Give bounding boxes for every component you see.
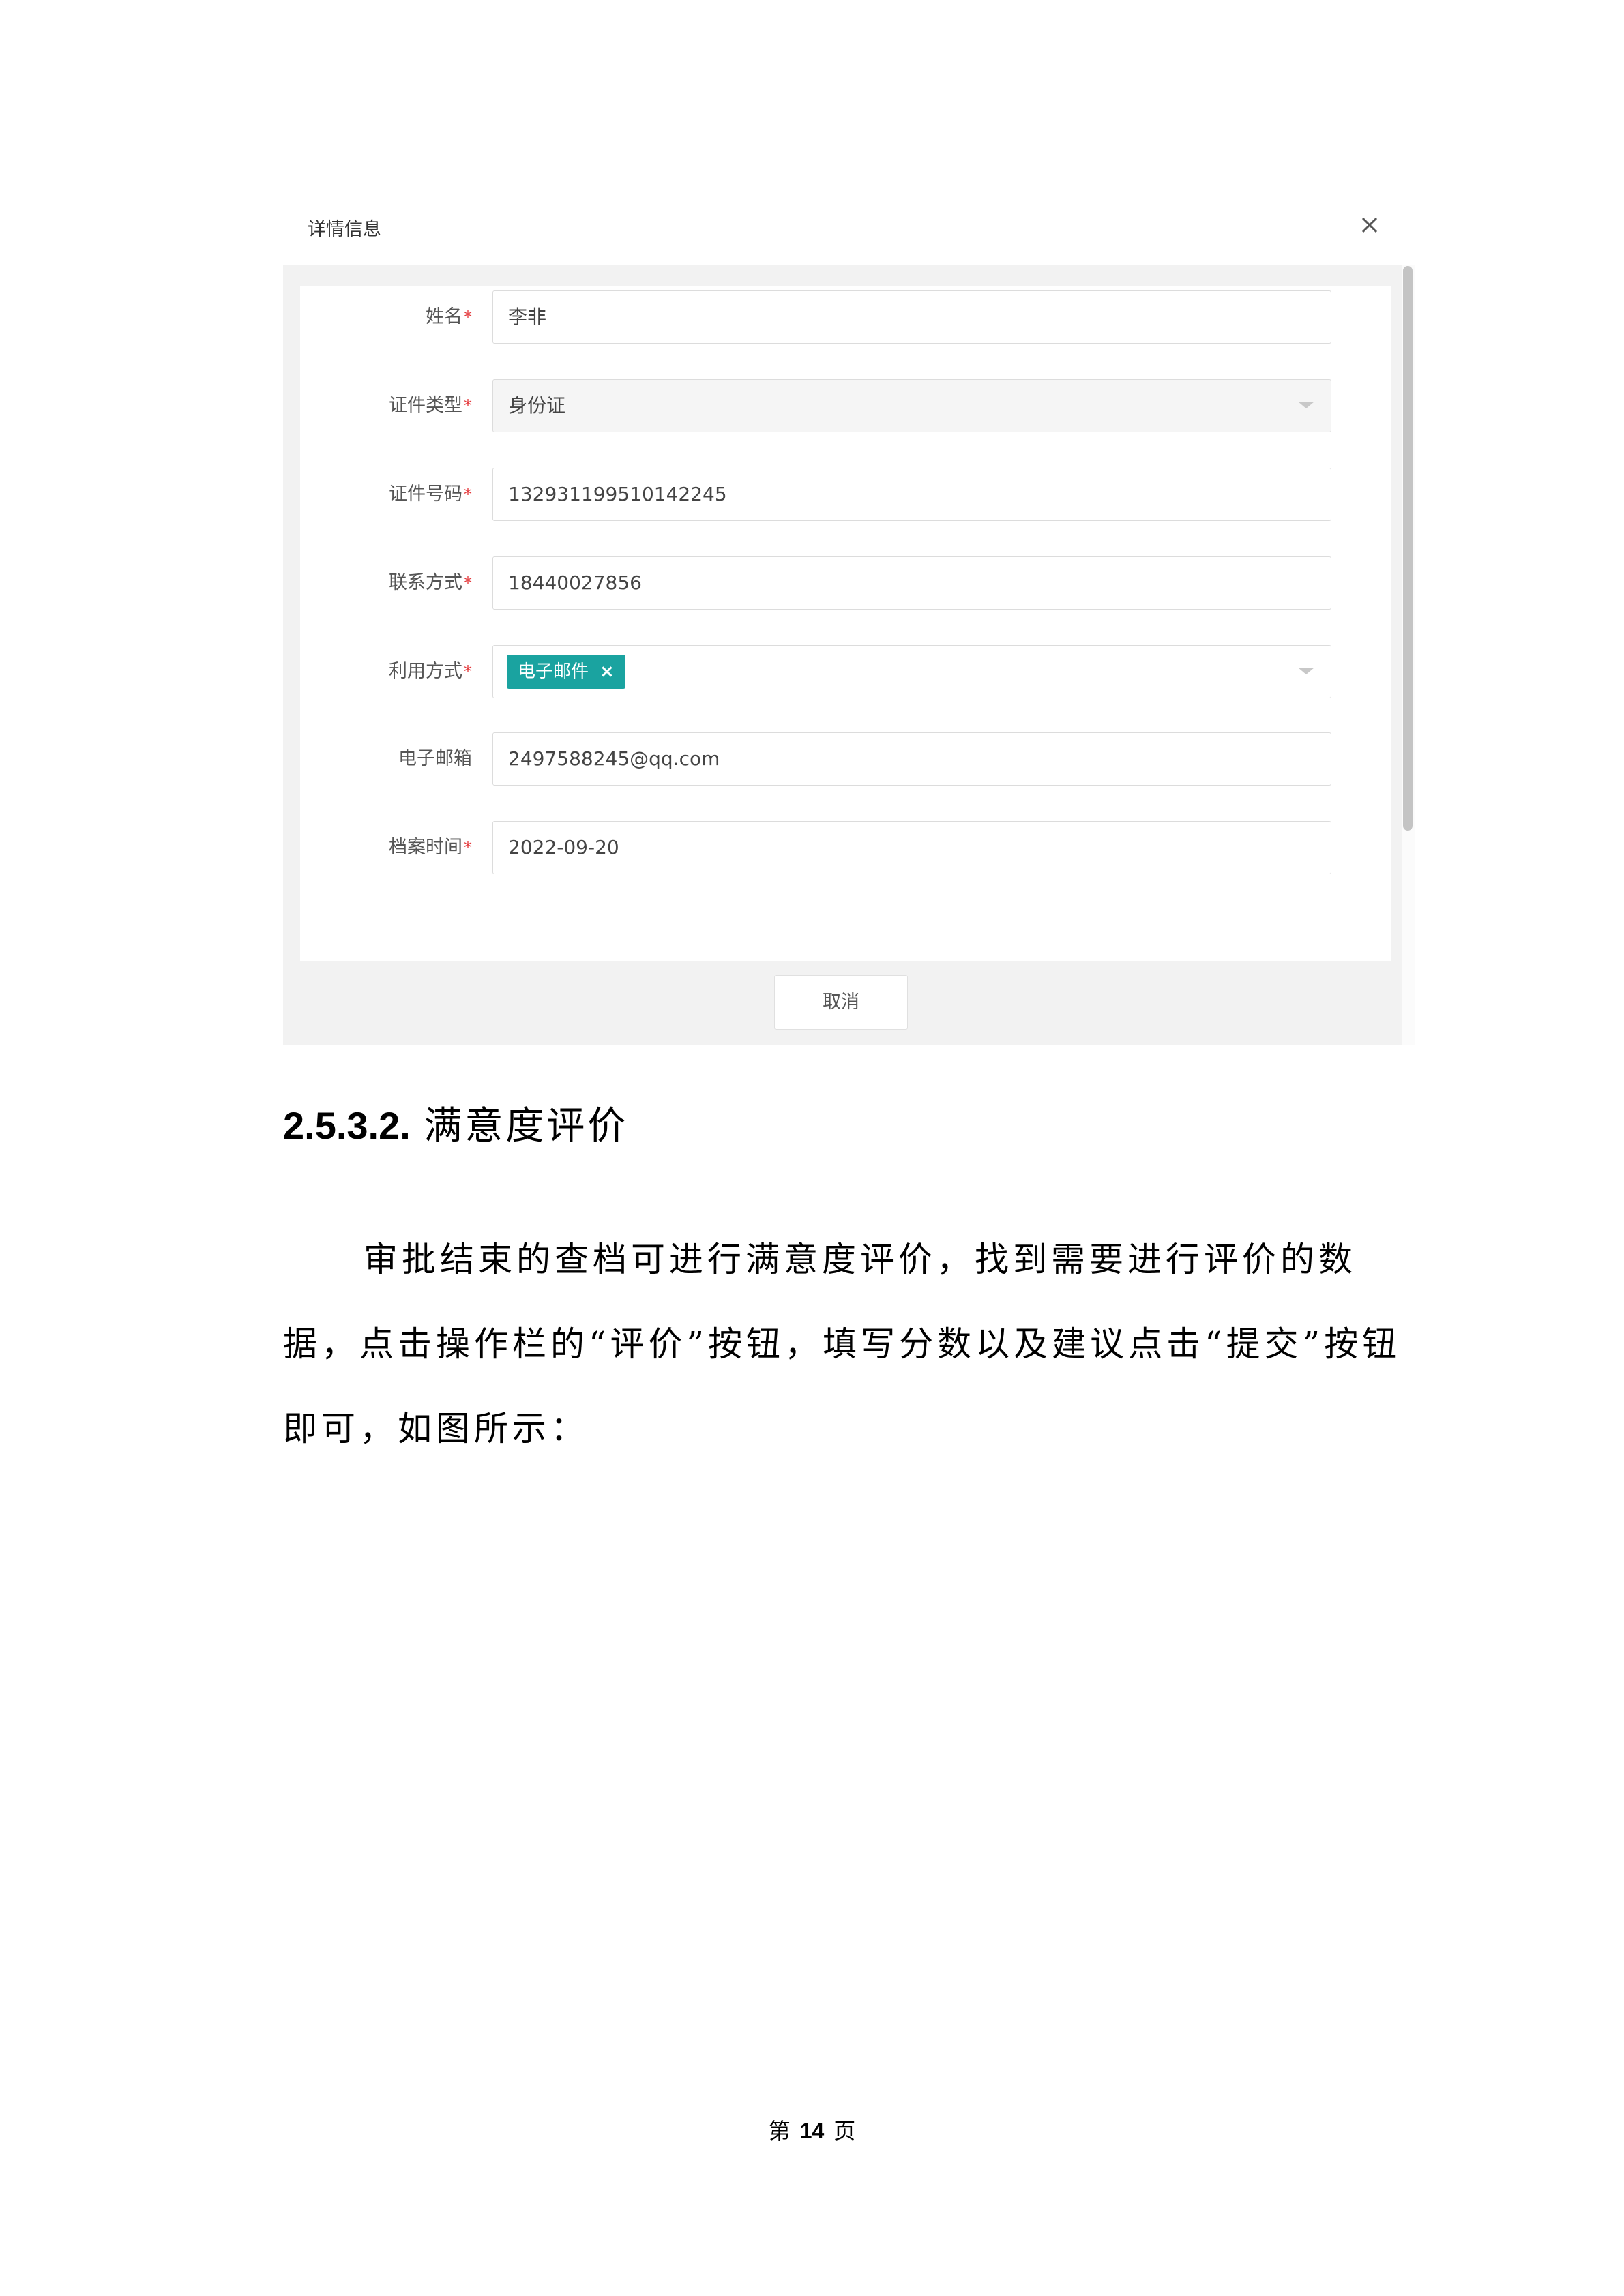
archive-date-input[interactable]: 2022-09-20 (492, 821, 1331, 874)
name-input[interactable]: 李非 (492, 290, 1331, 344)
id-number-input[interactable]: 132931199510142245 (492, 468, 1331, 521)
form-row-id-number: 证件号码* 132931199510142245 (300, 468, 1391, 521)
section-number: 2.5.3.2. (283, 1104, 411, 1147)
page-footer: 第 14 页 (0, 2114, 1624, 2145)
detail-form: 姓名* 李非 证件类型* 身份证 证件号码* 13293119951014224… (300, 286, 1391, 961)
form-row-email: 电子邮箱 2497588245@qq.com (300, 732, 1391, 786)
form-row-id-type: 证件类型* 身份证 (300, 379, 1391, 432)
required-mark: * (464, 662, 472, 681)
usage-method-multiselect[interactable]: 电子邮件 × (492, 645, 1331, 698)
close-icon[interactable] (1356, 211, 1383, 239)
required-mark: * (464, 308, 472, 327)
field-label: 档案时间* (389, 837, 472, 858)
field-label: 电子邮箱 (398, 748, 472, 769)
page-prefix: 第 (768, 2118, 791, 2144)
usage-tag-email: 电子邮件 × (507, 655, 625, 689)
id-type-value: 身份证 (508, 394, 566, 417)
field-label: 联系方式* (389, 572, 472, 593)
cancel-button[interactable]: 取消 (774, 975, 908, 1030)
field-label: 姓名* (426, 306, 472, 327)
dialog-header: 详情信息 (283, 191, 1415, 265)
required-mark: * (464, 838, 472, 857)
field-label: 证件号码* (389, 483, 472, 505)
required-mark: * (464, 573, 472, 593)
chevron-down-icon (1298, 668, 1314, 674)
form-row-usage-method: 利用方式* 电子邮件 × (300, 645, 1391, 698)
required-mark: * (464, 485, 472, 504)
form-row-archive-date: 档案时间* 2022-09-20 (300, 821, 1391, 874)
dialog-title: 详情信息 (308, 219, 381, 240)
field-label: 利用方式* (389, 661, 472, 682)
section-title: 满意度评价 (424, 1104, 629, 1148)
email-input[interactable]: 2497588245@qq.com (492, 732, 1331, 786)
page-suffix: 页 (833, 2118, 856, 2144)
field-label: 证件类型* (389, 395, 472, 416)
id-type-select[interactable]: 身份证 (492, 379, 1331, 432)
form-row-name: 姓名* 李非 (300, 290, 1391, 344)
required-mark: * (464, 396, 472, 415)
body-paragraph: 审批结束的查档可进行满意度评价，找到需要进行评价的数据，点击操作栏的“评价”按钮… (283, 1240, 1401, 1448)
form-row-contact: 联系方式* 18440027856 (300, 556, 1391, 610)
scrollbar-thumb[interactable] (1403, 266, 1413, 831)
section-heading: 2.5.3.2. 满意度评价 (283, 1095, 628, 1150)
page-number: 14 (799, 2119, 825, 2143)
detail-dialog: 详情信息 姓名* 李非 证件类型* 身份证 证件号码* 132931199510… (283, 191, 1415, 1045)
dialog-footer: 取消 (283, 961, 1402, 1043)
chevron-down-icon (1298, 402, 1314, 408)
tag-close-icon[interactable]: × (600, 661, 615, 682)
contact-input[interactable]: 18440027856 (492, 556, 1331, 610)
